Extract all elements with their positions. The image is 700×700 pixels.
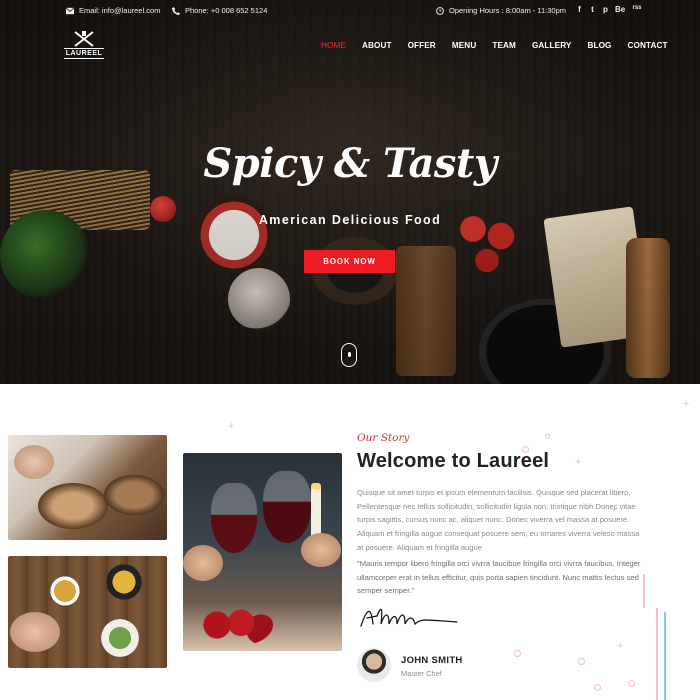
photo-hand	[301, 533, 341, 567]
chef-role: Master Chef	[401, 669, 442, 678]
chef-avatar	[357, 648, 391, 682]
nav-offer[interactable]: OFFER	[408, 41, 436, 50]
photo-glass	[211, 483, 257, 553]
nav-team[interactable]: TEAM	[492, 41, 516, 50]
top-info-bar: Email: info@laureel.com Phone: +0 008 65…	[0, 0, 700, 22]
hero-section: Email: info@laureel.com Phone: +0 008 65…	[0, 0, 700, 384]
photo-hand	[183, 545, 223, 581]
photo-bowl	[98, 616, 142, 660]
topbar-hours-text: Opening Hours : 8:00am - 11:30pm	[449, 6, 567, 15]
table-food-photo	[8, 556, 167, 668]
circle-decor	[545, 434, 550, 439]
topbar-phone-text: Phone: +0 008 652 5124	[185, 6, 268, 15]
photo-hand	[14, 445, 54, 479]
nav-contact[interactable]: CONTACT	[628, 41, 668, 50]
chef-plating-photo	[8, 435, 167, 540]
site-logo[interactable]: LAUREEL	[64, 31, 104, 63]
crossed-utensils-icon	[74, 31, 94, 47]
facebook-icon[interactable]: f	[576, 5, 583, 14]
scroll-down-icon[interactable]	[341, 343, 357, 367]
sparkle-decor: +	[617, 640, 624, 652]
twitter-icon[interactable]: t	[589, 5, 596, 14]
story-quote: "Mauris tempor libero fringilla orci viv…	[357, 559, 641, 596]
line-decor	[664, 612, 666, 700]
hero-subtitle: American Delicious Food	[258, 213, 442, 227]
wine-toast-photo	[183, 453, 342, 651]
chef-name: JOHN SMITH	[401, 655, 463, 666]
sparkle-decor: +	[228, 420, 235, 432]
photo-bowl	[104, 562, 144, 602]
photo-bowl	[48, 574, 82, 608]
nav-about[interactable]: ABOUT	[362, 41, 392, 50]
nav-gallery[interactable]: GALLERY	[532, 41, 572, 50]
topbar-hours: Opening Hours : 8:00am - 11:30pm	[436, 6, 566, 15]
topbar-phone[interactable]: Phone: +0 008 652 5124	[172, 6, 267, 15]
clock-icon	[436, 6, 444, 15]
topbar-email[interactable]: Email: info@laureel.com	[66, 6, 160, 15]
pinterest-icon[interactable]: p	[602, 5, 609, 14]
photo-plate	[104, 475, 164, 515]
sparkle-decor: +	[683, 398, 690, 410]
nav-menu[interactable]: MENU	[452, 41, 477, 50]
logo-text: LAUREEL	[64, 48, 104, 59]
hero-overlay	[0, 0, 700, 384]
hero-title: Spicy & Tasty	[203, 140, 497, 187]
phone-icon	[172, 6, 180, 15]
social-links: f t p Be rss	[576, 5, 643, 14]
rss-icon[interactable]: rss	[631, 5, 643, 14]
photo-plate	[38, 483, 108, 529]
sparkle-decor: +	[575, 456, 582, 468]
photo-glass	[263, 471, 311, 543]
envelope-icon	[66, 7, 74, 14]
behance-icon[interactable]: Be	[615, 5, 625, 14]
about-section: + + + + + Our Story Welcome to Laureel Q…	[0, 384, 700, 700]
signature-image	[360, 608, 458, 627]
photo-hand	[10, 612, 60, 652]
circle-decor	[594, 684, 601, 691]
photo-roses	[193, 603, 273, 647]
nav-home[interactable]: HOME	[321, 41, 346, 50]
circle-decor	[628, 680, 635, 687]
main-nav: HOME ABOUT OFFER MENU TEAM GALLERY BLOG …	[321, 41, 684, 50]
section-label: Our Story	[357, 432, 410, 444]
line-decor	[656, 608, 658, 700]
line-decor	[643, 574, 645, 608]
story-paragraph: Quisque sit amet turpis et ipsum element…	[357, 488, 640, 552]
nav-blog[interactable]: BLOG	[587, 41, 611, 50]
circle-decor	[514, 650, 521, 657]
book-now-button[interactable]: BOOK NOW	[304, 250, 395, 273]
section-title: Welcome to Laureel	[357, 450, 550, 472]
topbar-email-text: Email: info@laureel.com	[79, 6, 161, 15]
circle-decor	[578, 658, 585, 665]
